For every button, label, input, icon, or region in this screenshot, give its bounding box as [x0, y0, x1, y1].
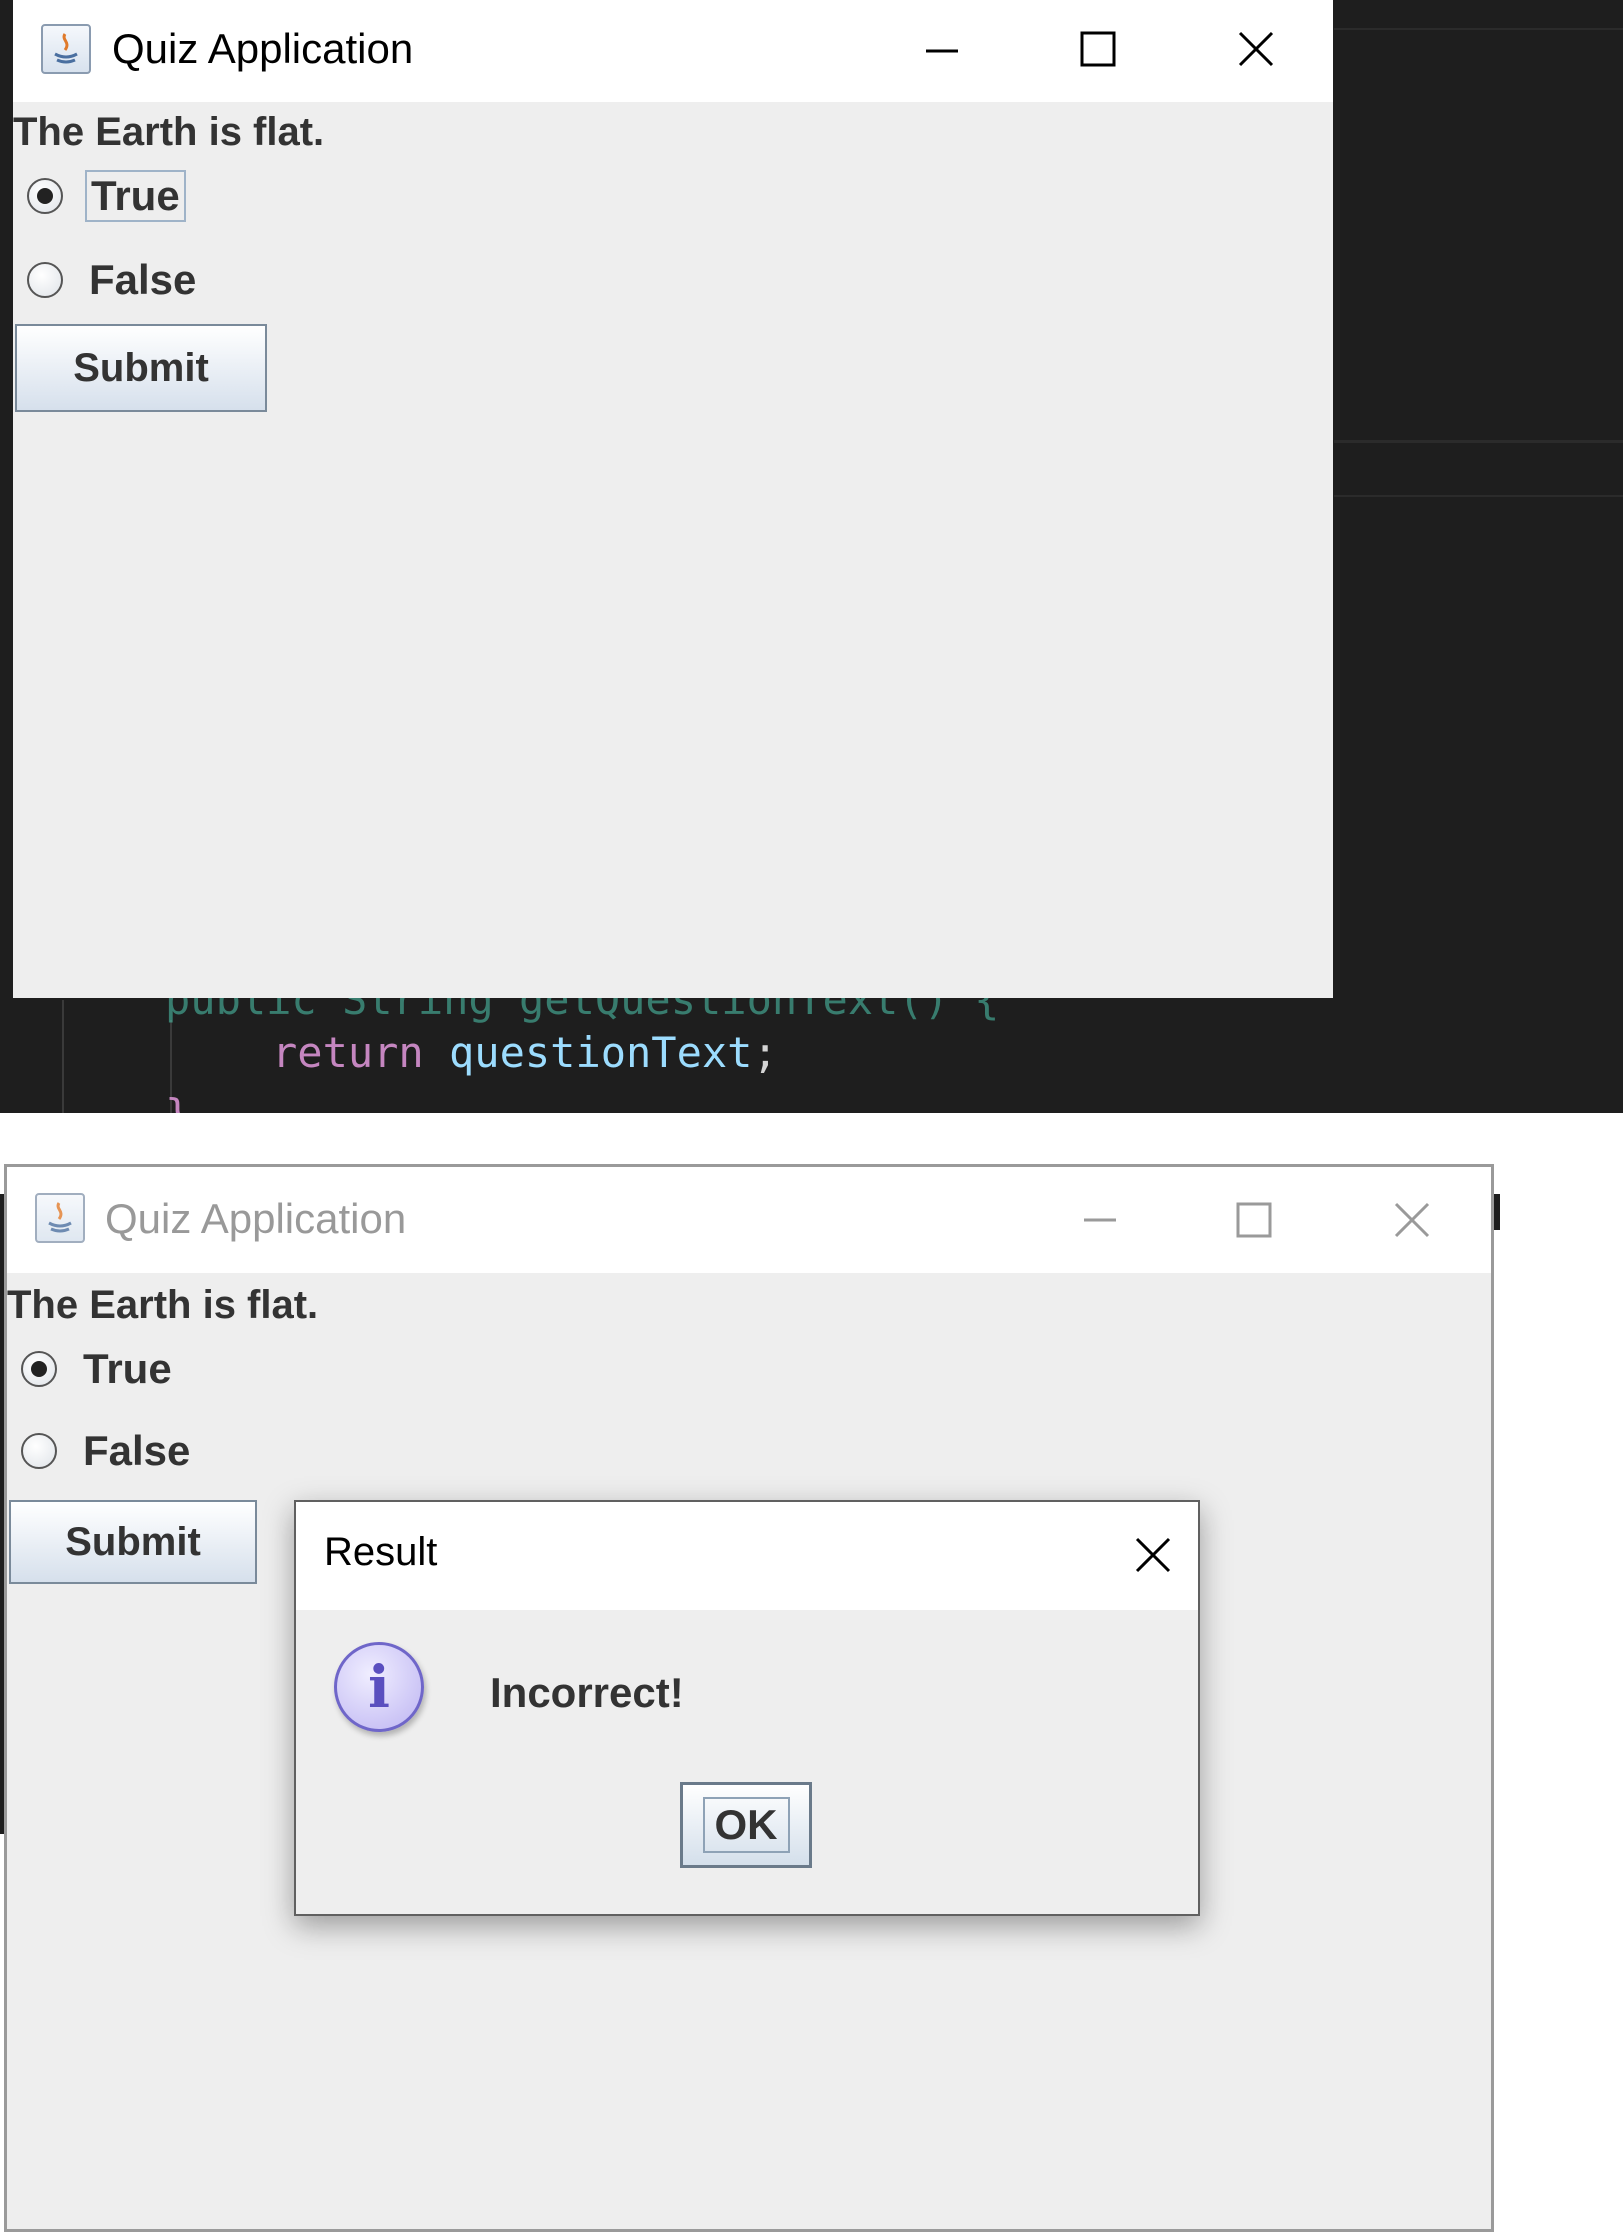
close-icon	[1238, 31, 1274, 67]
option-label: True	[83, 1345, 172, 1392]
dialog-message: Incorrect!	[490, 1669, 684, 1716]
code-identifier: questionText	[449, 1028, 753, 1077]
quiz-window: Quiz Application The Earth is flat. True…	[13, 0, 1333, 998]
code-line[interactable]: return questionText;	[272, 1028, 778, 1077]
minimize-button[interactable]	[1055, 1185, 1145, 1255]
editor-divider	[1334, 28, 1623, 30]
radio-button[interactable]	[27, 262, 63, 298]
editor-divider	[1334, 440, 1623, 443]
option-label: False	[83, 1427, 191, 1474]
minimize-icon	[1084, 1218, 1116, 1222]
editor-divider	[1334, 495, 1623, 497]
maximize-button[interactable]	[1053, 14, 1143, 84]
question-text: The Earth is flat.	[13, 110, 325, 154]
ok-button-label: OK	[702, 1797, 790, 1853]
close-button[interactable]	[1367, 1185, 1457, 1255]
option-false[interactable]: False	[27, 256, 200, 304]
info-icon: i	[334, 1642, 424, 1732]
java-app-icon	[35, 1193, 85, 1243]
submit-button[interactable]: Submit	[9, 1500, 257, 1584]
option-true[interactable]: True	[27, 170, 186, 222]
dialog-title-bar[interactable]: Result	[296, 1502, 1198, 1610]
close-button[interactable]	[1211, 14, 1301, 84]
top-screenshot: public String getQuestionText() { return…	[0, 0, 1623, 1113]
dialog-close-button[interactable]	[1118, 1520, 1188, 1590]
maximize-button[interactable]	[1209, 1185, 1299, 1255]
close-icon	[1135, 1537, 1171, 1573]
indent-guide	[62, 1000, 64, 1113]
radio-button[interactable]	[21, 1433, 57, 1469]
java-app-icon	[41, 24, 91, 74]
code-punct: ;	[752, 1028, 778, 1077]
question-text: The Earth is flat.	[7, 1283, 319, 1327]
window-title: Quiz Application	[105, 1195, 407, 1242]
radio-button-checked[interactable]	[21, 1351, 57, 1387]
window-title: Quiz Application	[112, 25, 414, 72]
minimize-button[interactable]	[897, 16, 987, 86]
radio-button-checked[interactable]	[27, 178, 63, 214]
title-bar[interactable]: Quiz Application	[13, 0, 1333, 102]
code-keyword: return	[272, 1028, 424, 1077]
minimize-icon	[926, 49, 958, 53]
maximize-icon	[1080, 31, 1116, 67]
option-label: True	[85, 170, 186, 222]
option-false[interactable]: False	[21, 1427, 194, 1475]
close-icon	[1394, 1202, 1430, 1238]
result-dialog: Result i Incorrect! OK	[294, 1500, 1200, 1916]
ok-button[interactable]: OK	[680, 1782, 812, 1868]
dialog-title: Result	[324, 1530, 438, 1574]
option-true[interactable]: True	[21, 1345, 176, 1393]
option-label: False	[89, 256, 197, 303]
maximize-icon	[1236, 1202, 1272, 1238]
submit-button[interactable]: Submit	[15, 324, 267, 412]
bottom-screenshot: Quiz Application The Earth is flat. True…	[0, 1164, 1500, 2232]
code-brace: }	[165, 1090, 190, 1113]
title-bar-inactive[interactable]: Quiz Application	[7, 1167, 1491, 1273]
